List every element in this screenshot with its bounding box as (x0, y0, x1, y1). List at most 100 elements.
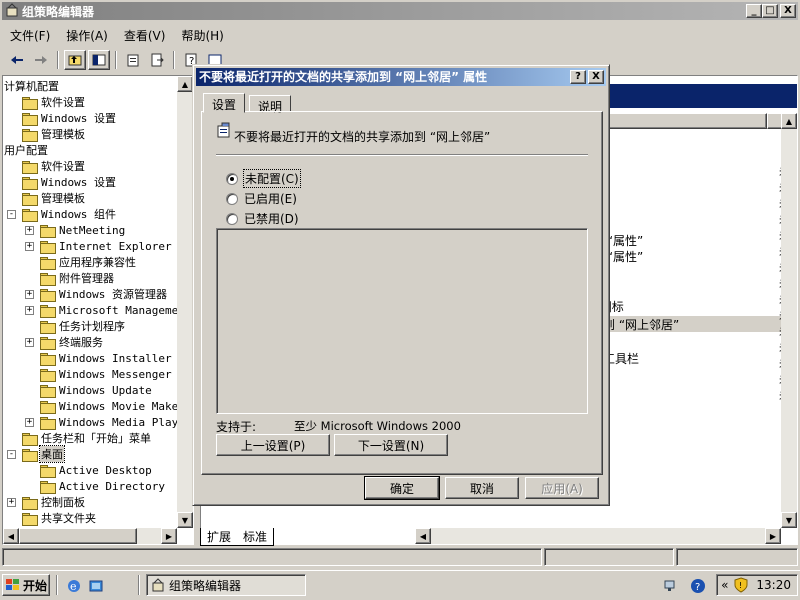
back-button[interactable] (6, 50, 28, 70)
dialog-help-button[interactable]: ? (570, 70, 586, 84)
previous-setting-button[interactable]: 上一设置(P) (216, 434, 330, 456)
tab-extended[interactable]: 扩展 (200, 528, 238, 546)
tree-item[interactable]: Windows 设置 (7, 110, 117, 126)
tab-explain[interactable]: 说明 (249, 95, 292, 114)
tree-item[interactable]: + Microsoft Management (25, 302, 192, 318)
menu-help[interactable]: 帮助(H) (173, 25, 231, 46)
internet-explorer-icon[interactable]: e (66, 578, 82, 594)
tree-item[interactable]: - Windows 组件 (7, 206, 117, 222)
forward-button[interactable] (30, 50, 52, 70)
tree-item[interactable]: Active Directory (25, 478, 166, 494)
radio-enabled[interactable]: 已启用(E) (226, 190, 297, 207)
group-policy-icon (6, 3, 18, 17)
tree-item[interactable]: 软件设置 (7, 158, 86, 174)
tree-item[interactable]: + Windows Media Player (25, 414, 192, 430)
tree-item[interactable]: Windows Installer (25, 350, 173, 366)
details-vertical-scrollbar[interactable]: ▲ ▼ (781, 113, 797, 528)
taskbar-item-group-policy[interactable]: 组策略编辑器 (146, 574, 306, 596)
tree-item[interactable]: 计算机配置 (3, 78, 60, 94)
collapse-toggle[interactable]: - (7, 449, 16, 459)
tree-item-label: 附件管理器 (59, 272, 114, 285)
show-tree-button[interactable] (88, 50, 110, 70)
scroll-thumb[interactable] (19, 528, 137, 544)
tree-item[interactable]: Windows 设置 (7, 174, 117, 190)
window-title: 组策略编辑器 (22, 4, 95, 19)
security-shield-icon[interactable]: ! (734, 577, 748, 593)
tree-item-label: 桌面 (39, 445, 65, 463)
scroll-up-button[interactable]: ▲ (177, 76, 193, 92)
window-titlebar[interactable]: 组策略编辑器 _ □ X (2, 2, 798, 20)
expand-toggle[interactable]: + (25, 241, 34, 251)
next-setting-button[interactable]: 下一设置(N) (334, 434, 448, 456)
collapse-toggle[interactable]: - (7, 209, 16, 219)
scroll-left-button[interactable]: ◀ (415, 528, 431, 544)
show-desktop-icon[interactable] (88, 578, 104, 594)
help-tray-icon[interactable]: ? (690, 578, 706, 594)
tree-item[interactable]: 应用程序兼容性 (25, 254, 137, 270)
cancel-button[interactable]: 取消 (445, 477, 519, 499)
tree-item[interactable]: Windows Messenger (25, 366, 173, 382)
tree-item[interactable]: Windows Update (25, 382, 153, 398)
tree-item[interactable]: 任务栏和「开始」菜单 (7, 430, 152, 446)
column-header-setting[interactable] (601, 113, 767, 129)
minimize-button[interactable]: _ (746, 4, 762, 18)
policy-list-item[interactable]: 加到 “网上邻居” (591, 316, 781, 332)
tree-item-label: Windows Update (59, 383, 152, 397)
expand-toggle[interactable]: + (25, 289, 34, 299)
scroll-right-button[interactable]: ▶ (765, 528, 781, 544)
tree-item[interactable]: 管理模板 (7, 126, 86, 142)
tree-item[interactable]: 任务计划程序 (25, 318, 126, 334)
dialog-close-button[interactable]: X (588, 70, 604, 84)
export-list-button[interactable] (146, 50, 168, 70)
ok-button[interactable]: 确定 (364, 476, 440, 500)
up-level-button[interactable] (64, 50, 86, 70)
start-button[interactable]: 开始 (2, 574, 50, 596)
tree-item[interactable]: 管理模板 (7, 190, 86, 206)
tree-item[interactable]: 附件管理器 (25, 270, 115, 286)
scroll-down-button[interactable]: ▼ (781, 512, 797, 528)
apply-button[interactable]: 应用(A) (525, 477, 599, 499)
expand-toggle[interactable]: + (7, 497, 16, 507)
expand-toggle[interactable]: + (25, 417, 34, 427)
radio-not-configured[interactable]: 未配置(C) (226, 169, 301, 188)
scroll-left-button[interactable]: ◀ (3, 528, 19, 544)
radio-label: 未配置(C) (243, 169, 301, 188)
tray-expand-chevron[interactable]: « (721, 578, 728, 592)
network-icon[interactable] (664, 579, 680, 593)
tree-item[interactable]: + 终端服务 (25, 334, 104, 350)
tree-item[interactable]: + 控制面板 (7, 494, 86, 510)
scroll-right-button[interactable]: ▶ (161, 528, 177, 544)
expand-toggle[interactable]: + (25, 225, 34, 235)
dialog-titlebar[interactable]: 不要将最近打开的文档的共享添加到 “网上邻居” 属性 ? X (196, 68, 606, 86)
expand-toggle[interactable]: + (25, 305, 34, 315)
tree-item[interactable]: - 桌面 (7, 445, 65, 463)
tree-item-label: 用户配置 (4, 144, 48, 157)
details-horizontal-scrollbar[interactable]: ◀ ▶ (415, 528, 781, 544)
tree-item[interactable]: + NetMeeting (25, 222, 126, 238)
clock[interactable]: 13:20 (756, 578, 791, 592)
scroll-down-button[interactable]: ▼ (177, 512, 193, 528)
menu-file[interactable]: 文件(F) (2, 25, 58, 46)
menu-action[interactable]: 操作(A) (58, 25, 116, 46)
folder-icon (40, 336, 56, 350)
tree-item[interactable]: Windows Movie Maker (25, 398, 186, 414)
properties-button[interactable] (122, 50, 144, 70)
tree-item[interactable]: + Internet Explorer (25, 238, 173, 254)
tree-item[interactable]: + Windows 资源管理器 (25, 286, 168, 302)
tree-item[interactable]: 软件设置 (7, 94, 86, 110)
tree-item[interactable]: 共享文件夹 (7, 510, 97, 526)
tree-vertical-scrollbar[interactable]: ▲ ▼ (177, 76, 193, 528)
tab-standard[interactable]: 标准 (237, 528, 275, 546)
menu-view[interactable]: 查看(V) (116, 25, 174, 46)
radio-disabled[interactable]: 已禁用(D) (226, 210, 299, 227)
scroll-up-button[interactable]: ▲ (781, 113, 797, 129)
tree-horizontal-scrollbar[interactable]: ◀ ▶ (3, 528, 177, 544)
tree-item[interactable]: 用户配置 (3, 142, 49, 158)
expand-toggle[interactable]: + (25, 337, 34, 347)
tree-item[interactable]: Active Desktop (25, 462, 153, 478)
close-button[interactable]: X (780, 4, 796, 18)
tree-pane[interactable]: 计算机配置 软件设置 Windows 设置 管理模板 用户配置 软件设置 Windows 设… (2, 75, 194, 545)
maximize-button[interactable]: □ (762, 4, 778, 18)
tree-item-label: Windows Media Player (59, 415, 192, 429)
tab-settings[interactable]: 设置 (203, 93, 246, 113)
